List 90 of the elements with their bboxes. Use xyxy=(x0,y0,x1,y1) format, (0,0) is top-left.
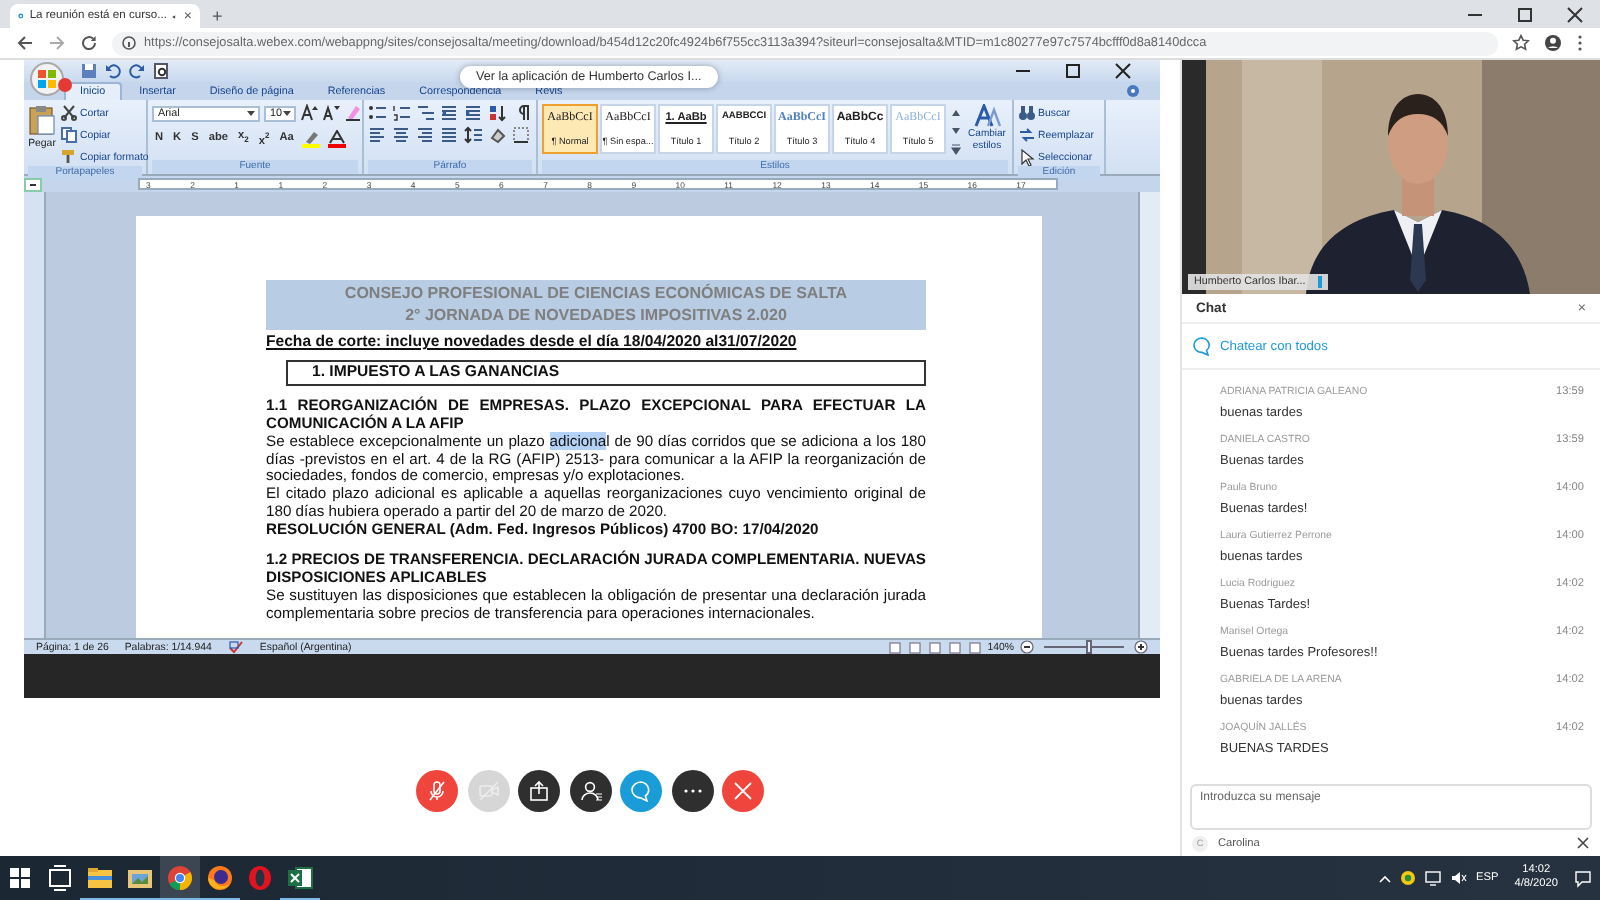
eraser-icon[interactable] xyxy=(344,104,362,122)
close-icon[interactable] xyxy=(1566,5,1584,23)
spelling-icon[interactable] xyxy=(227,640,244,654)
remove-icon[interactable] xyxy=(1576,836,1590,850)
task-view-icon xyxy=(46,863,74,891)
brush-icon xyxy=(60,148,78,166)
font-color-icon[interactable] xyxy=(326,129,349,148)
sort-icon[interactable] xyxy=(488,104,508,122)
multilevel-icon[interactable] xyxy=(416,104,436,122)
info-icon xyxy=(122,36,136,50)
chat-button[interactable] xyxy=(620,770,662,812)
numbering-icon[interactable] xyxy=(392,104,412,122)
notifications-icon[interactable] xyxy=(1574,869,1592,887)
slider-thumb[interactable] xyxy=(1085,640,1091,654)
print-preview-icon[interactable] xyxy=(152,62,170,80)
bookmark-star-icon[interactable] xyxy=(1512,34,1530,52)
scrollbar[interactable] xyxy=(1138,192,1160,638)
binoculars-icon xyxy=(1018,104,1036,122)
close-icon xyxy=(732,780,754,802)
reload-icon[interactable] xyxy=(80,34,98,52)
browser-icon xyxy=(206,863,234,891)
borders-icon[interactable] xyxy=(512,126,532,144)
bullets-icon[interactable] xyxy=(368,104,388,122)
scroll-up-icon[interactable] xyxy=(950,106,962,120)
help-icon[interactable] xyxy=(1126,84,1140,98)
microphone-off-icon xyxy=(426,780,448,802)
align-right-icon[interactable] xyxy=(416,126,436,144)
expand-gallery-icon[interactable] xyxy=(950,142,962,156)
save-icon[interactable] xyxy=(80,62,98,80)
maximize-icon[interactable] xyxy=(1516,5,1534,23)
share-button[interactable] xyxy=(518,770,560,812)
justify-icon[interactable] xyxy=(440,126,460,144)
replace-icon xyxy=(1018,126,1036,144)
mute-button[interactable] xyxy=(416,770,458,812)
menu-icon[interactable] xyxy=(1576,34,1584,52)
maximize-icon[interactable] xyxy=(1064,62,1082,80)
tab-selector-icon[interactable] xyxy=(24,177,42,191)
grow-font-icon[interactable] xyxy=(300,104,318,122)
clipboard-icon xyxy=(28,104,56,136)
align-left-icon[interactable] xyxy=(368,126,388,144)
browser-icon xyxy=(246,863,274,891)
web-layout-icon[interactable] xyxy=(927,641,942,653)
share-icon xyxy=(528,780,550,802)
print-layout-icon[interactable] xyxy=(887,641,902,653)
undo-icon[interactable] xyxy=(104,62,122,80)
caret-icon xyxy=(246,108,256,118)
reading-icon[interactable] xyxy=(907,641,922,653)
favicon-icon xyxy=(18,8,24,24)
zoom-in-icon[interactable] xyxy=(1134,640,1148,654)
start-icon xyxy=(6,863,34,891)
outline-icon[interactable] xyxy=(947,641,962,653)
document-title: 2° JORNADA DE NOVEDADES IMPOSITIVAS 2.020 xyxy=(403,305,789,326)
notification-badge-icon xyxy=(58,78,72,92)
office-button[interactable] xyxy=(30,62,64,96)
line-spacing-icon[interactable] xyxy=(464,126,484,144)
volume-muted-icon[interactable] xyxy=(1450,870,1469,886)
more-button[interactable] xyxy=(671,770,713,812)
new-tab-button[interactable]: + xyxy=(212,4,223,28)
scroll-down-icon[interactable] xyxy=(950,124,962,138)
redo-icon[interactable] xyxy=(128,62,146,80)
show-hidden-icons-icon[interactable] xyxy=(1378,871,1393,885)
styles-icon xyxy=(973,104,1001,128)
participants-button[interactable] xyxy=(569,770,611,812)
speaking-indicator-icon xyxy=(1317,276,1322,288)
camera-off-icon xyxy=(477,780,499,802)
shrink-font-icon[interactable] xyxy=(322,104,340,122)
chat-bubble-icon xyxy=(1192,336,1212,356)
decrease-indent-icon[interactable] xyxy=(440,104,460,122)
scissors-icon xyxy=(60,104,78,122)
browser-icon xyxy=(166,863,194,891)
shading-icon[interactable] xyxy=(488,126,508,144)
network-icon[interactable] xyxy=(1424,870,1443,886)
increase-indent-icon[interactable] xyxy=(464,104,484,122)
shield-icon[interactable] xyxy=(1400,870,1417,886)
cursor-icon xyxy=(1018,148,1036,166)
account-icon[interactable] xyxy=(1544,34,1562,52)
spreadsheet-icon xyxy=(286,863,314,891)
document-title: CONSEJO PROFESIONAL DE CIENCIAS ECONÓMICAS DE SALTA xyxy=(342,284,850,305)
close-icon[interactable] xyxy=(1114,62,1132,80)
person-icon xyxy=(579,780,601,802)
chat-bubble-icon xyxy=(630,780,652,802)
folder-icon xyxy=(86,863,114,891)
leave-button[interactable] xyxy=(722,770,764,812)
caret-icon xyxy=(282,108,292,118)
zoom-out-icon[interactable] xyxy=(1020,640,1034,654)
back-icon[interactable] xyxy=(16,34,34,52)
draft-icon[interactable] xyxy=(967,641,982,653)
highlighter-icon[interactable] xyxy=(300,129,323,148)
center-icon[interactable] xyxy=(392,126,412,144)
copy-icon xyxy=(60,126,78,144)
